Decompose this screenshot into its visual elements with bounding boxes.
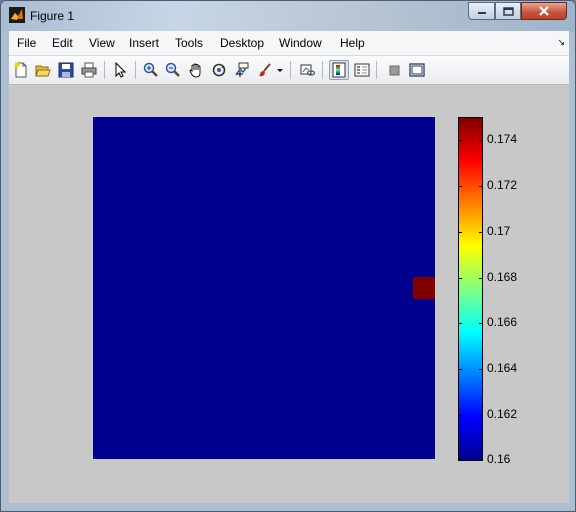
printer-icon [81, 62, 97, 78]
figure-toolbar [9, 56, 569, 85]
colorbar-tick [479, 369, 483, 370]
colorbar-tick-label: 0.164 [487, 361, 518, 375]
title-bar[interactable]: Figure 1 [1, 1, 575, 32]
figure-canvas[interactable]: 0.174 0.172 0.17 0.168 0.166 0.164 0.162 0.16 [9, 85, 569, 503]
colorbar-tick [479, 323, 483, 324]
figure-window: Figure 1 File Edit View Insert Tools Des… [0, 0, 576, 512]
menu-bar: File Edit View Insert Tools Desktop Wind… [9, 31, 569, 56]
colorbar-tick-label: 0.162 [487, 407, 518, 421]
link-plot-icon [300, 64, 316, 76]
legend-icon [354, 63, 370, 77]
colorbar-tick [479, 278, 483, 279]
figure-client-area: File Edit View Insert Tools Desktop Wind… [9, 31, 569, 503]
rotate-3d-button[interactable] [209, 60, 229, 80]
show-plot-tools-button[interactable] [407, 60, 427, 80]
close-button[interactable] [521, 2, 567, 20]
toolbar-separator [104, 61, 105, 79]
colorbar-tick [479, 232, 483, 233]
zoom-out-button[interactable] [163, 60, 183, 80]
window-title: Figure 1 [30, 9, 75, 23]
show-plot-tools-icon [409, 63, 425, 77]
colorbar-tick [479, 415, 483, 416]
zoom-in-button[interactable] [141, 60, 161, 80]
insert-legend-button[interactable] [352, 60, 372, 80]
new-figure-button[interactable] [11, 60, 31, 80]
colorbar-tick [458, 415, 462, 416]
print-button[interactable] [79, 60, 99, 80]
data-cursor-icon [235, 62, 249, 77]
menu-desktop[interactable]: Desktop [220, 36, 264, 50]
hide-plot-tools-button[interactable] [384, 60, 404, 80]
colorbar-tick-label: 0.168 [487, 270, 518, 284]
toolbar-separator [135, 61, 136, 79]
colorbar-tick [479, 186, 483, 187]
menu-edit[interactable]: Edit [52, 36, 73, 50]
data-cursor-button[interactable] [232, 60, 252, 80]
close-icon [539, 6, 549, 16]
brush-button[interactable] [255, 60, 275, 80]
menu-help[interactable]: Help [340, 36, 365, 50]
colorbar-tick [479, 140, 483, 141]
save-icon [58, 62, 74, 78]
matlab-app-icon [9, 7, 25, 23]
minimize-button[interactable] [468, 2, 495, 20]
dock-arrow-icon[interactable]: ↘ [557, 37, 565, 48]
menu-insert[interactable]: Insert [129, 36, 159, 50]
folder-open-icon [35, 65, 51, 77]
save-button[interactable] [56, 60, 76, 80]
colorbar-tick-label: 0.172 [487, 178, 518, 192]
brush-icon [259, 63, 271, 77]
rotate-3d-icon [212, 63, 226, 77]
colorbar-tick [458, 186, 462, 187]
toolbar-separator [376, 61, 377, 79]
colorbar-tick [458, 140, 462, 141]
colorbar-tick [458, 278, 462, 279]
colorbar-tick-label: 0.17 [487, 224, 511, 238]
colorbar-icon [332, 62, 346, 78]
brush-dropdown[interactable] [275, 60, 285, 80]
menu-view[interactable]: View [89, 36, 115, 50]
colorbar-tick [458, 369, 462, 370]
hand-icon [189, 63, 201, 78]
colorbar-tick [458, 460, 462, 461]
new-document-icon [14, 62, 27, 78]
colorbar-tick [479, 460, 483, 461]
colorbar-tick [458, 323, 462, 324]
colorbar[interactable] [458, 117, 483, 461]
menu-window[interactable]: Window [279, 36, 322, 50]
heatmap-image[interactable] [93, 117, 435, 459]
link-plot-button[interactable] [298, 60, 318, 80]
colorbar-tick-label: 0.166 [487, 315, 518, 329]
colorbar-tick-label: 0.174 [487, 132, 518, 146]
toolbar-separator [322, 61, 323, 79]
menu-tools[interactable]: Tools [175, 36, 203, 50]
pan-button[interactable] [186, 60, 206, 80]
maximize-icon [502, 6, 514, 16]
edit-plot-button[interactable] [110, 60, 130, 80]
colorbar-tick-label: 0.16 [487, 452, 511, 466]
menu-file[interactable]: File [17, 36, 36, 50]
colorbar-tick [458, 232, 462, 233]
toolbar-separator [290, 61, 291, 79]
maximize-button[interactable] [495, 2, 521, 20]
chevron-down-icon [277, 69, 283, 72]
heatmap-max-cell [413, 277, 435, 299]
minimize-icon [477, 12, 486, 14]
insert-colorbar-button[interactable] [329, 60, 349, 80]
hide-plot-tools-icon [389, 65, 400, 76]
open-file-button[interactable] [33, 60, 53, 80]
zoom-in-icon [143, 62, 158, 77]
pointer-arrow-icon [115, 62, 127, 78]
zoom-out-icon [165, 62, 180, 77]
